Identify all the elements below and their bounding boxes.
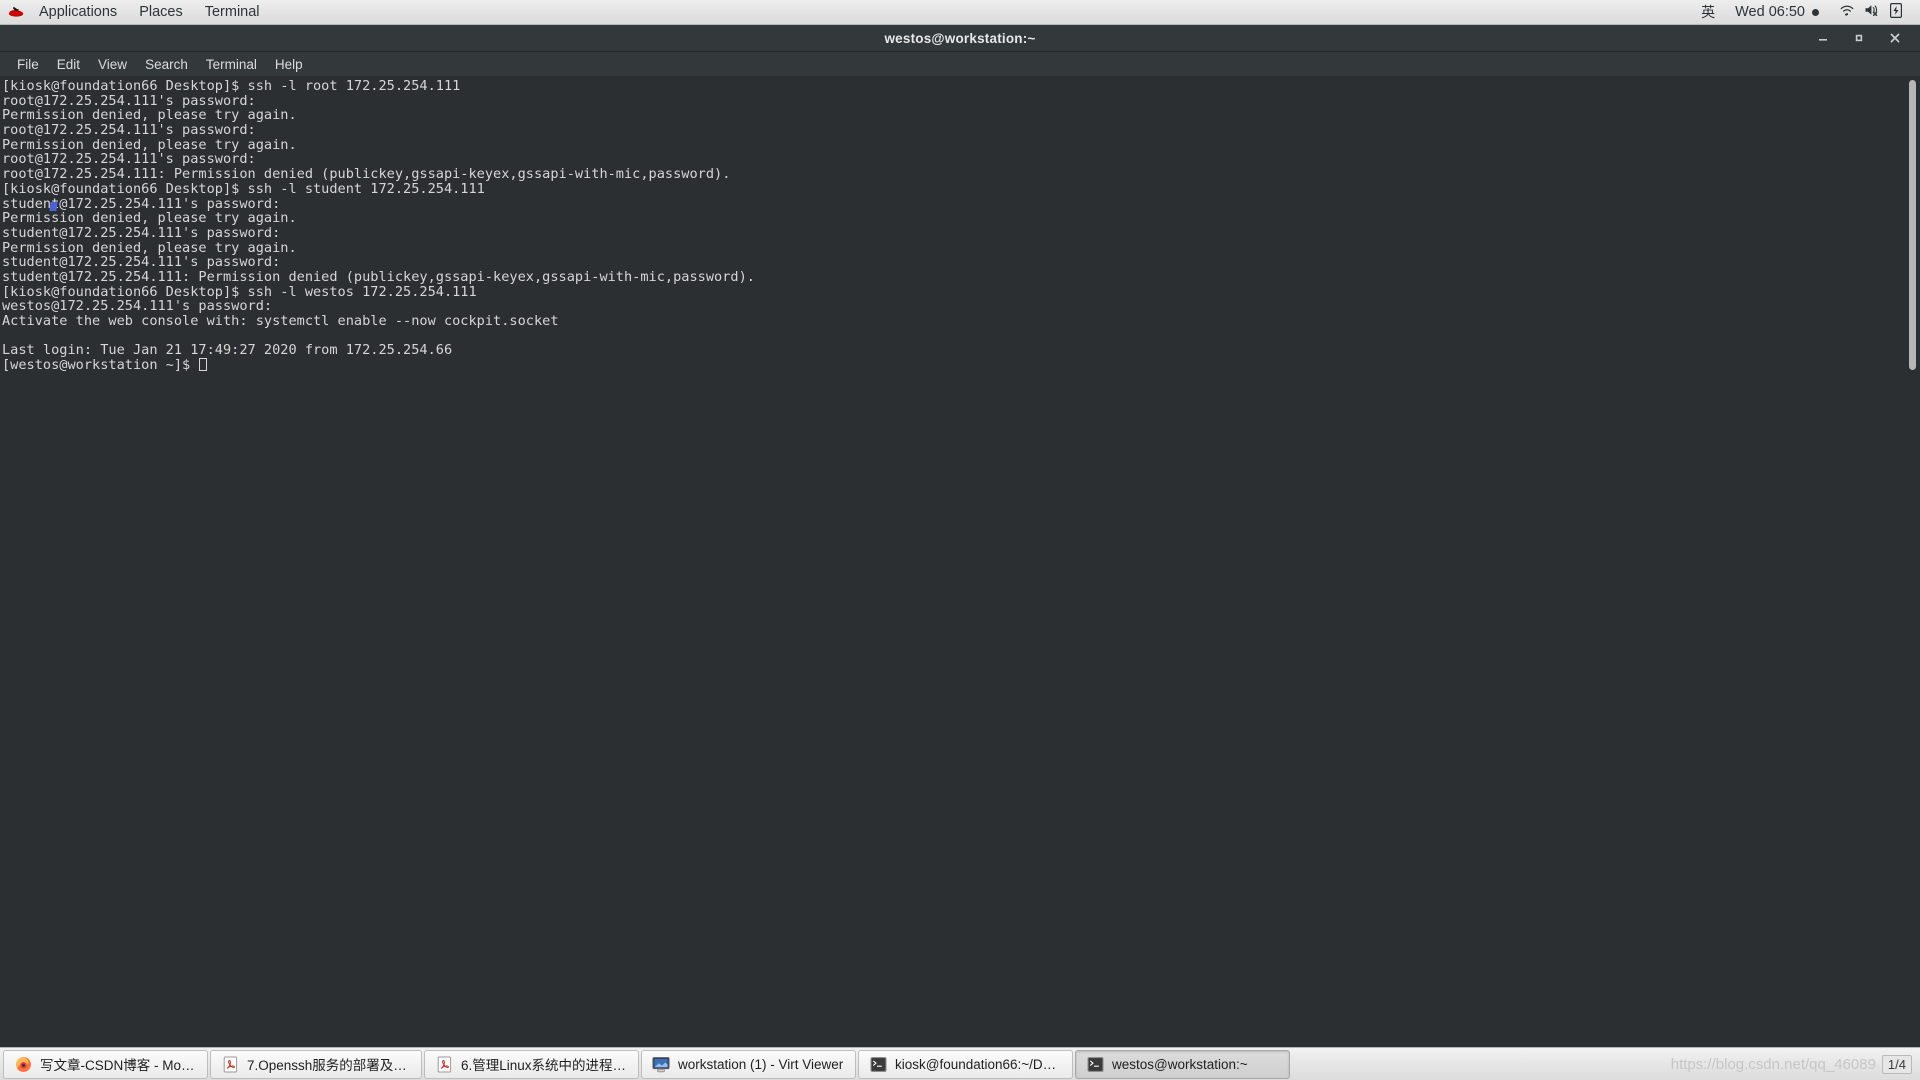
taskbar-item[interactable]: 6.管理Linux系统中的进程.pdf [424, 1049, 639, 1079]
terminal-prompt: [westos@workstation ~]$ [2, 357, 199, 374]
menubar-item-edit[interactable]: Edit [48, 54, 89, 75]
top-panel-left: Applications Places Terminal [0, 0, 271, 24]
virt-viewer-monitor-icon [652, 1055, 670, 1073]
terminal-line: [kiosk@foundation66 Desktop]$ ssh -l stu… [2, 180, 485, 197]
network-wifi-icon [1839, 3, 1855, 21]
terminal-line: Activate the web console with: systemctl… [2, 313, 559, 329]
terminal-line: student@172.25.254.111's password: [2, 195, 281, 212]
taskbar-window-list: 写文章-CSDN博客 - Mozilla Firefox 7.Openssh服务的… [2, 1049, 1291, 1079]
battery-icon [1890, 2, 1903, 22]
menubar-item-terminal-label: Terminal [205, 56, 257, 72]
workspace-switcher[interactable]: 1/4 [1881, 1054, 1912, 1074]
terminal-window: westos@workstation:~ File Edit View Sear… [0, 25, 1920, 1047]
menubar-item-help[interactable]: Help [266, 54, 312, 75]
terminal-line: root@172.25.254.111: Permission denied (… [2, 166, 731, 183]
terminal-line: Permission denied, please try again. [2, 107, 297, 124]
terminal-icon [1086, 1055, 1104, 1073]
terminal-line: root@172.25.254.111's password: [2, 122, 256, 139]
terminal-line: Permission denied, please try again. [2, 239, 297, 256]
terminal-menubar: File Edit View Search Terminal Help [0, 52, 1920, 77]
menubar-item-help-label: Help [274, 56, 303, 72]
terminal-line: [kiosk@foundation66 Desktop]$ ssh -l roo… [2, 78, 461, 94]
terminal-line: Permission denied, please try again. [2, 210, 297, 227]
notification-dot-icon [1812, 8, 1819, 16]
input-method-label: 英 [1701, 4, 1716, 20]
terminal-text-content: [kiosk@foundation66 Desktop]$ ssh -l roo… [0, 79, 757, 373]
menubar-item-edit-label: Edit [56, 56, 81, 72]
taskbar-item[interactable]: 写文章-CSDN博客 - Mozilla Firefox [3, 1049, 208, 1079]
terminal-line: student@172.25.254.111: Permission denie… [2, 268, 755, 285]
clock-button[interactable]: Wed 06:50 [1725, 0, 1829, 24]
system-status-area[interactable] [1829, 0, 1912, 24]
mouse-pointer-icon [49, 202, 58, 211]
terminal-icon [869, 1055, 887, 1073]
taskbar-item-label: 7.Openssh服务的部署及安全优化.pdf [247, 1058, 411, 1073]
terminal-cursor [199, 358, 208, 372]
terminal-scrollbar-track[interactable] [1909, 77, 1918, 1047]
terminal-line: Last login: Tue Jan 21 17:49:27 2020 fro… [2, 342, 453, 359]
taskbar-item-label: kiosk@foundation66:~/Desktop [895, 1056, 1062, 1072]
terminal-line: westos@172.25.254.111's password: [2, 298, 273, 315]
window-controls [1814, 29, 1920, 47]
menubar-item-file[interactable]: File [8, 54, 48, 75]
window-titlebar[interactable]: westos@workstation:~ [0, 25, 1920, 52]
clock-label: Wed 06:50 [1735, 4, 1805, 20]
pdf-document-icon [221, 1055, 239, 1073]
terminal-line: root@172.25.254.111's password: [2, 151, 256, 168]
terminal-line: student@172.25.254.111's password: [2, 224, 281, 241]
close-button[interactable] [1886, 29, 1904, 47]
taskbar-item[interactable]: 7.Openssh服务的部署及安全优化.pdf [210, 1049, 422, 1079]
terminal-scrollbar-thumb[interactable] [1909, 80, 1916, 370]
menubar-item-terminal[interactable]: Terminal [197, 54, 266, 75]
taskbar: 写文章-CSDN博客 - Mozilla Firefox 7.Openssh服务的… [0, 1047, 1920, 1080]
menubar-item-view[interactable]: View [89, 54, 136, 75]
menu-places[interactable]: Places [128, 0, 194, 24]
taskbar-item[interactable]: workstation (1) - Virt Viewer [641, 1049, 856, 1079]
menubar-item-view-label: View [98, 56, 128, 72]
menubar-item-file-label: File [17, 56, 39, 72]
taskbar-item-label: 写文章-CSDN博客 - Mozilla Firefox [40, 1058, 197, 1073]
volume-muted-icon [1864, 3, 1881, 21]
menu-applications-label: Applications [39, 4, 118, 20]
terminal-line: root@172.25.254.111's password: [2, 92, 256, 109]
menu-terminal-label: Terminal [204, 4, 260, 20]
terminal-line: Permission denied, please try again. [2, 136, 297, 153]
taskbar-item-label: workstation (1) - Virt Viewer [678, 1056, 844, 1072]
redhat-logo-icon[interactable] [6, 4, 26, 20]
terminal-output-area[interactable]: [kiosk@foundation66 Desktop]$ ssh -l roo… [0, 77, 1920, 1047]
top-panel-right: 英 Wed 06:50 [1691, 0, 1920, 24]
menu-applications[interactable]: Applications [28, 0, 128, 24]
terminal-line: [kiosk@foundation66 Desktop]$ ssh -l wes… [2, 283, 477, 300]
pdf-document-icon [435, 1055, 453, 1073]
menubar-item-search[interactable]: Search [136, 54, 197, 75]
input-method-indicator[interactable]: 英 [1691, 0, 1725, 24]
terminal-line: student@172.25.254.111's password: [2, 254, 281, 271]
taskbar-item[interactable]: westos@workstation:~ [1075, 1049, 1290, 1079]
menubar-item-search-label: Search [145, 56, 188, 72]
taskbar-item[interactable]: kiosk@foundation66:~/Desktop [858, 1049, 1073, 1079]
menu-terminal[interactable]: Terminal [194, 0, 271, 24]
maximize-button[interactable] [1850, 29, 1868, 47]
taskbar-item-label: 6.管理Linux系统中的进程.pdf [461, 1058, 628, 1073]
minimize-button[interactable] [1814, 29, 1832, 47]
window-title: westos@workstation:~ [884, 30, 1036, 46]
taskbar-item-label: westos@workstation:~ [1112, 1056, 1248, 1072]
terminal-prompt-line: [westos@workstation ~]$ [2, 358, 755, 373]
firefox-icon [14, 1055, 32, 1073]
menu-places-label: Places [139, 4, 183, 20]
watermark-text: https://blog.csdn.net/qq_46089 [1670, 1055, 1876, 1073]
taskbar-right-area: https://blog.csdn.net/qq_46089 1/4 [1670, 1054, 1918, 1074]
top-panel: Applications Places Terminal 英 Wed 06:50 [0, 0, 1920, 25]
